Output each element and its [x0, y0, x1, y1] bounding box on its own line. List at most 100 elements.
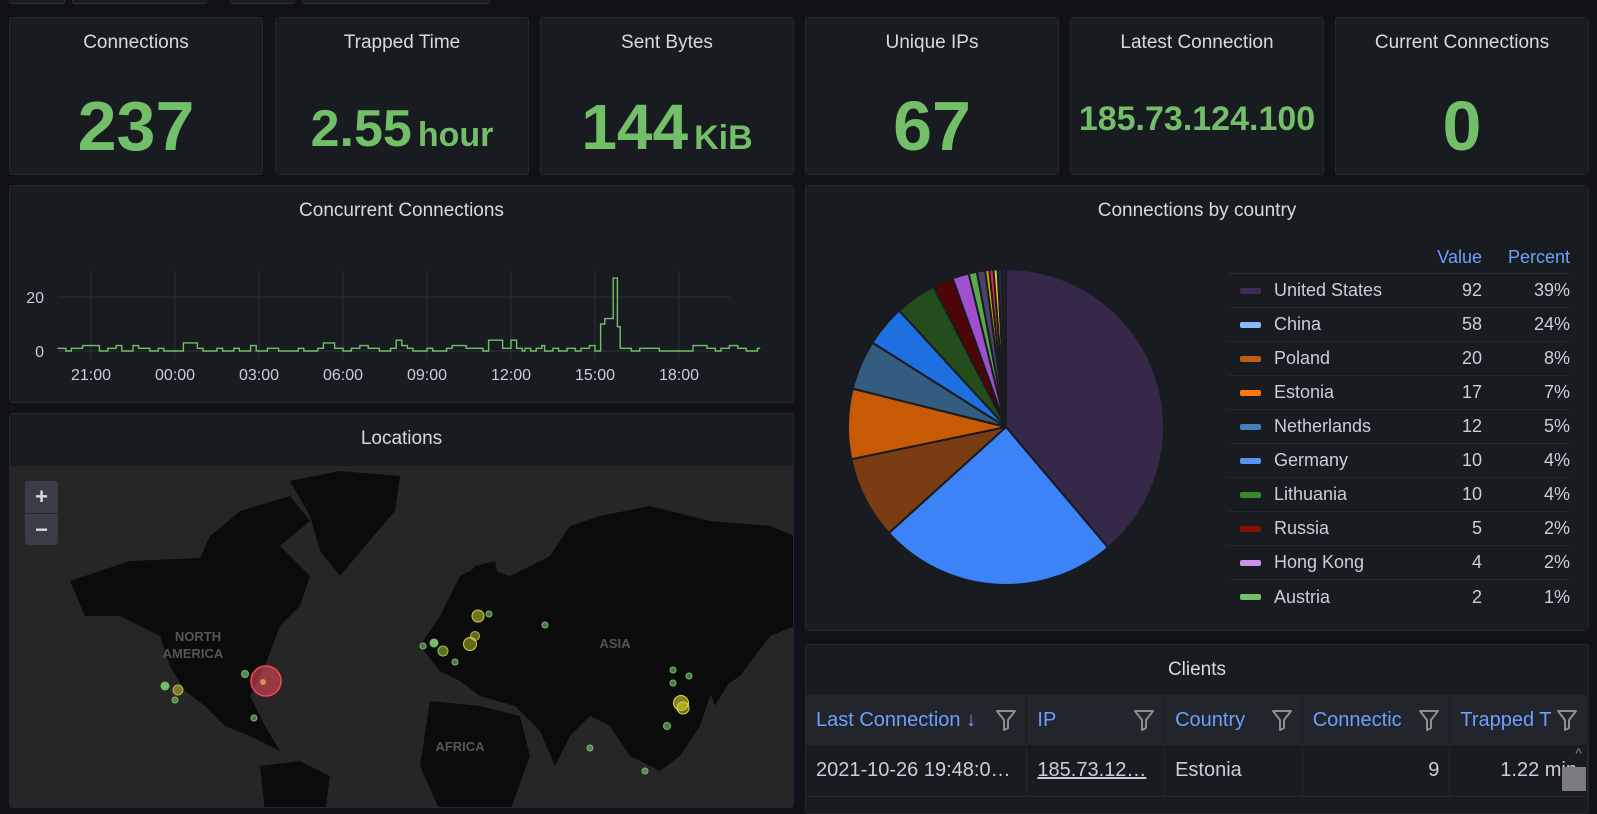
- toolbar-control[interactable]: [230, 0, 295, 4]
- legend-percent: 4%: [1543, 484, 1570, 504]
- y-tick-label: 0: [35, 344, 44, 361]
- column-header-label[interactable]: Country: [1175, 709, 1245, 732]
- legend-item[interactable]: China 58 24%: [1228, 308, 1570, 342]
- legend-item[interactable]: Austria 2 1%: [1228, 580, 1570, 614]
- table-cell[interactable]: 185.73.12…: [1027, 745, 1166, 796]
- column-header-label[interactable]: Connectic: [1313, 709, 1402, 732]
- legend-label: Germany: [1274, 450, 1349, 470]
- map-marker: [250, 714, 258, 722]
- map-marker: [641, 767, 649, 775]
- dashboard-toolbar: [0, 0, 1597, 4]
- legend-label: Lithuania: [1274, 484, 1348, 504]
- map-label-america: AMERICA: [163, 646, 224, 661]
- legend-label: Hong Kong: [1274, 552, 1365, 572]
- x-tick-label: 06:00: [323, 367, 363, 384]
- column-header-label[interactable]: Trapped T: [1460, 709, 1551, 732]
- scroll-up-icon[interactable]: ^: [1575, 745, 1582, 761]
- map-marker: [663, 722, 671, 730]
- legend-value: 4: [1471, 552, 1482, 572]
- table-row[interactable]: 2021-10-26 19:48:0… 185.73.12… Estonia 9 1.2…: [806, 745, 1588, 797]
- legend-percent: 2%: [1543, 518, 1570, 538]
- filter-icon[interactable]: [1134, 709, 1155, 737]
- legend-value: 10: [1461, 450, 1482, 470]
- column-header[interactable]: Country: [1165, 695, 1303, 745]
- stat-title: Sent Bytes: [621, 32, 713, 53]
- map-marker: [241, 670, 249, 678]
- pie-chart[interactable]: [830, 226, 1230, 626]
- legend-color-swatch: [1240, 559, 1261, 566]
- filter-icon[interactable]: [996, 709, 1017, 737]
- map-label-africa: AFRICA: [435, 739, 485, 754]
- legend-value: 92: [1461, 280, 1482, 300]
- legend-item[interactable]: United States 92 39%: [1228, 274, 1570, 308]
- legend-item[interactable]: Netherlands 12 5%: [1228, 410, 1570, 444]
- legend-value: 10: [1461, 484, 1482, 504]
- x-tick-label: 18:00: [659, 367, 699, 384]
- column-header[interactable]: Trapped T: [1450, 695, 1588, 745]
- y-tick-label: 20: [26, 290, 44, 307]
- legend-item[interactable]: Estonia 17 7%: [1228, 376, 1570, 410]
- map-marker: [172, 684, 184, 696]
- stat-number: 185.73.124.100: [1078, 100, 1316, 138]
- legend-percent: 2%: [1543, 552, 1570, 572]
- timeseries-chart[interactable]: 21:00 00:00 03:00 06:00 09:00 12:00 15:00 18:00…: [10, 186, 794, 403]
- ip-link[interactable]: 185.73.12…: [1037, 759, 1146, 782]
- legend-label: United States: [1274, 280, 1383, 300]
- toolbar-control[interactable]: [9, 0, 65, 4]
- column-header[interactable]: IP: [1027, 695, 1166, 745]
- stat-title: Latest Connection: [1120, 32, 1274, 53]
- column-header-label[interactable]: IP: [1037, 709, 1056, 732]
- map-marker: [685, 672, 693, 680]
- legend-label: Austria: [1274, 586, 1331, 607]
- x-tick-label: 09:00: [407, 367, 447, 384]
- map-marker: [171, 696, 179, 704]
- legend-item[interactable]: Poland 20 8%: [1228, 342, 1570, 376]
- world-map[interactable]: NORTH AMERICA ASIA AFRICA + −: [10, 466, 793, 807]
- legend-color-swatch: [1240, 491, 1261, 498]
- legend-color-swatch: [1240, 287, 1261, 294]
- toolbar-variable-select[interactable]: [302, 0, 490, 4]
- filter-icon[interactable]: [1271, 709, 1292, 737]
- legend-color-swatch: [1240, 525, 1261, 532]
- map-marker-us-east: [250, 665, 282, 697]
- filter-icon[interactable]: [1419, 709, 1440, 737]
- legend-header-percent[interactable]: Percent: [1482, 247, 1570, 268]
- landmass-south-america: [260, 761, 330, 807]
- zoom-out-button[interactable]: −: [25, 513, 58, 545]
- concurrent-connections-panel: Concurrent Connections 21:00 00:00 03:00 06…: [9, 185, 794, 403]
- panel-title: Clients: [1167, 659, 1227, 680]
- panel-title: Connections by country: [1097, 200, 1297, 221]
- legend-value: 58: [1461, 314, 1482, 334]
- legend-percent: 5%: [1543, 416, 1570, 436]
- stat-title: Current Connections: [1374, 32, 1550, 53]
- map-marker: [669, 679, 677, 687]
- legend-label: China: [1274, 314, 1322, 334]
- legend-percent: 1%: [1543, 586, 1570, 607]
- legend-item[interactable]: Hong Kong 4 2%: [1228, 546, 1570, 580]
- legend-color-swatch: [1240, 355, 1261, 362]
- landmass-north-america: [70, 496, 310, 751]
- clients-panel: Clients Last Connection ↓ IP Country Connec…: [805, 644, 1589, 814]
- cell-value: 2021-10-26 19:48:0…: [816, 759, 1011, 781]
- column-header[interactable]: Connectic: [1303, 695, 1451, 745]
- zoom-in-button[interactable]: +: [25, 481, 58, 513]
- legend-header: Value Percent: [1228, 242, 1570, 274]
- legend-label: Russia: [1274, 518, 1330, 538]
- cell-value: Estonia: [1175, 759, 1242, 781]
- map-marker: [437, 645, 449, 657]
- legend-color-swatch: [1240, 423, 1261, 430]
- column-header-label[interactable]: Last Connection ↓: [816, 709, 976, 732]
- legend-item[interactable]: Lithuania 10 4%: [1228, 478, 1570, 512]
- stat-number: 144: [581, 91, 689, 164]
- legend-item[interactable]: Germany 10 4%: [1228, 444, 1570, 478]
- scrollbar-thumb[interactable]: [1562, 767, 1586, 791]
- filter-icon[interactable]: [1557, 709, 1578, 737]
- toolbar-variable-select[interactable]: [72, 0, 207, 4]
- column-header[interactable]: Last Connection ↓: [806, 695, 1028, 745]
- map-marker: [485, 610, 493, 618]
- legend-color-swatch: [1240, 594, 1261, 600]
- table-header: Last Connection ↓ IP Country Connectic Trapp…: [806, 695, 1588, 745]
- legend-item[interactable]: Russia 5 2%: [1228, 512, 1570, 546]
- table-cell: 9: [1303, 745, 1451, 796]
- legend-header-value[interactable]: Value: [1412, 247, 1482, 268]
